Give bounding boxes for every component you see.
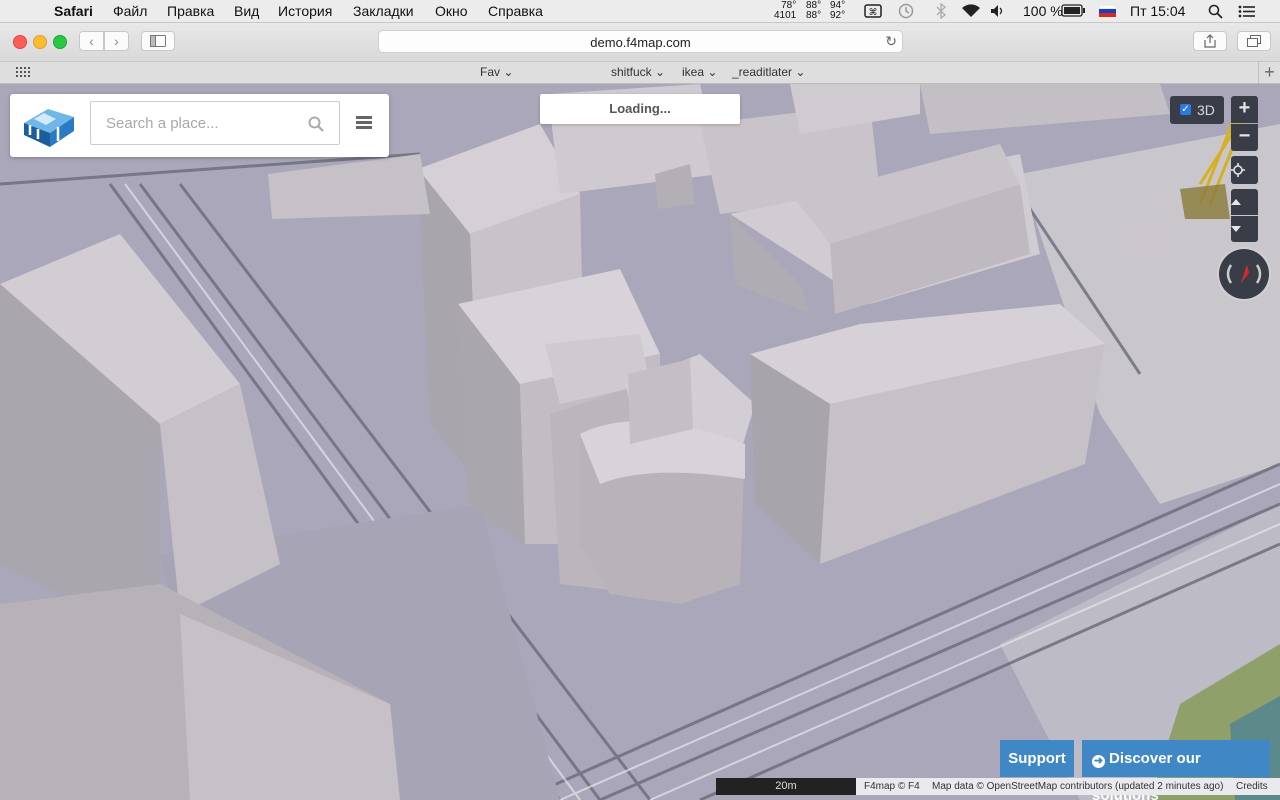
- compass-icon: [1226, 264, 1262, 284]
- toggle-3d-button[interactable]: ✓ 3D: [1170, 96, 1224, 124]
- bluetooth-icon[interactable]: [935, 3, 947, 19]
- arrow-circle-right-icon: ➜: [1092, 755, 1105, 768]
- scale-bar: 20m: [716, 778, 856, 795]
- bookmark-folder-ikea[interactable]: ikea ⌄: [682, 65, 717, 79]
- back-button[interactable]: ‹: [79, 31, 104, 51]
- zoom-window-button[interactable]: [53, 35, 67, 49]
- search-input[interactable]: [90, 101, 340, 145]
- compass-control[interactable]: [1219, 249, 1269, 299]
- minimize-window-button[interactable]: [33, 35, 47, 49]
- url-text: demo.f4map.com: [590, 35, 691, 50]
- temperature-readout: 78° 4101: [774, 0, 797, 21]
- bookmark-folder-readitlater[interactable]: _readitlater ⌄: [732, 65, 805, 79]
- hamburger-menu-icon[interactable]: [356, 116, 372, 130]
- share-icon: [1204, 34, 1216, 48]
- sidebar-icon: [150, 35, 166, 47]
- search-panel: [10, 94, 389, 157]
- keyboard-icon[interactable]: ⌘: [864, 4, 882, 18]
- reload-icon[interactable]: ↻: [885, 33, 897, 50]
- forward-button[interactable]: ›: [104, 31, 129, 51]
- attribution-bar: F4map © F4 Map data © OpenStreetMap cont…: [856, 778, 1280, 795]
- menu-help[interactable]: Справка: [488, 3, 543, 19]
- menu-edit[interactable]: Правка: [167, 3, 214, 19]
- russian-flag-icon[interactable]: [1099, 5, 1116, 17]
- notification-center-icon[interactable]: [1238, 5, 1255, 18]
- crosshair-icon: [1231, 163, 1245, 177]
- toggle-3d-label: 3D: [1197, 102, 1215, 118]
- caret-down-icon: [1231, 226, 1241, 232]
- bookmarks-bar: Fav ⌄ shitfuck ⌄ ikea ⌄ _readitlater ⌄ +: [0, 62, 1280, 84]
- menu-bar: Safari Файл Правка Вид История Закладки …: [0, 0, 1280, 23]
- menu-bookmarks[interactable]: Закладки: [353, 3, 414, 19]
- menu-clock[interactable]: Пт 15:04: [1130, 3, 1185, 19]
- menu-history[interactable]: История: [278, 3, 332, 19]
- time-machine-icon[interactable]: [897, 3, 915, 19]
- address-bar[interactable]: demo.f4map.com ↻: [378, 30, 903, 53]
- browser-toolbar: ‹ › demo.f4map.com ↻: [0, 23, 1280, 62]
- menu-view[interactable]: Вид: [234, 3, 259, 19]
- tilt-down-button[interactable]: [1231, 216, 1258, 242]
- credits-link[interactable]: Credits: [1236, 778, 1268, 795]
- svg-text:⌘: ⌘: [869, 8, 878, 18]
- zoom-in-button[interactable]: +: [1231, 96, 1258, 123]
- temperature-readout: 88° 88°: [806, 0, 822, 21]
- menu-app-name[interactable]: Safari: [54, 3, 93, 19]
- new-tab-button[interactable]: +: [1258, 62, 1280, 83]
- zoom-out-button[interactable]: −: [1231, 124, 1258, 151]
- checkbox-checked-icon[interactable]: ✓: [1180, 104, 1191, 115]
- osm-attribution[interactable]: Map data © OpenStreetMap contributors (u…: [932, 778, 1223, 795]
- wifi-icon[interactable]: [961, 3, 981, 18]
- volume-icon[interactable]: [990, 4, 1006, 18]
- bookmark-folder-shitfuck[interactable]: shitfuck ⌄: [611, 65, 665, 79]
- support-button[interactable]: Support: [1000, 740, 1074, 777]
- loading-indicator: Loading...: [540, 94, 740, 124]
- share-button[interactable]: [1193, 31, 1227, 51]
- f4map-attribution[interactable]: F4map © F4: [864, 778, 920, 795]
- discover-solutions-button[interactable]: ➜Discover our solutions: [1082, 740, 1270, 800]
- tilt-up-button[interactable]: [1231, 189, 1258, 215]
- close-window-button[interactable]: [13, 35, 27, 49]
- temperature-readout: 94° 92°: [830, 0, 846, 21]
- bookmark-folder-fav[interactable]: Fav ⌄: [480, 65, 513, 79]
- battery-percentage[interactable]: 100 %: [1023, 3, 1063, 19]
- menu-file[interactable]: Файл: [113, 3, 147, 19]
- sidebar-toggle-button[interactable]: [141, 31, 175, 51]
- top-sites-grid-icon[interactable]: [16, 67, 30, 78]
- spotlight-search-icon[interactable]: [1208, 4, 1223, 19]
- caret-up-icon: [1231, 199, 1241, 205]
- tabs-icon: [1247, 35, 1261, 47]
- f4map-logo[interactable]: [22, 101, 76, 149]
- map-view[interactable]: Loading... ✓ 3D + − Support ➜Discover ou…: [0, 84, 1280, 800]
- tabs-overview-button[interactable]: [1237, 31, 1271, 51]
- map-3d-scene: [0, 84, 1280, 800]
- locate-me-button[interactable]: [1231, 156, 1258, 184]
- battery-icon[interactable]: [1061, 4, 1085, 17]
- menu-window[interactable]: Окно: [435, 3, 468, 19]
- search-icon[interactable]: [308, 116, 324, 132]
